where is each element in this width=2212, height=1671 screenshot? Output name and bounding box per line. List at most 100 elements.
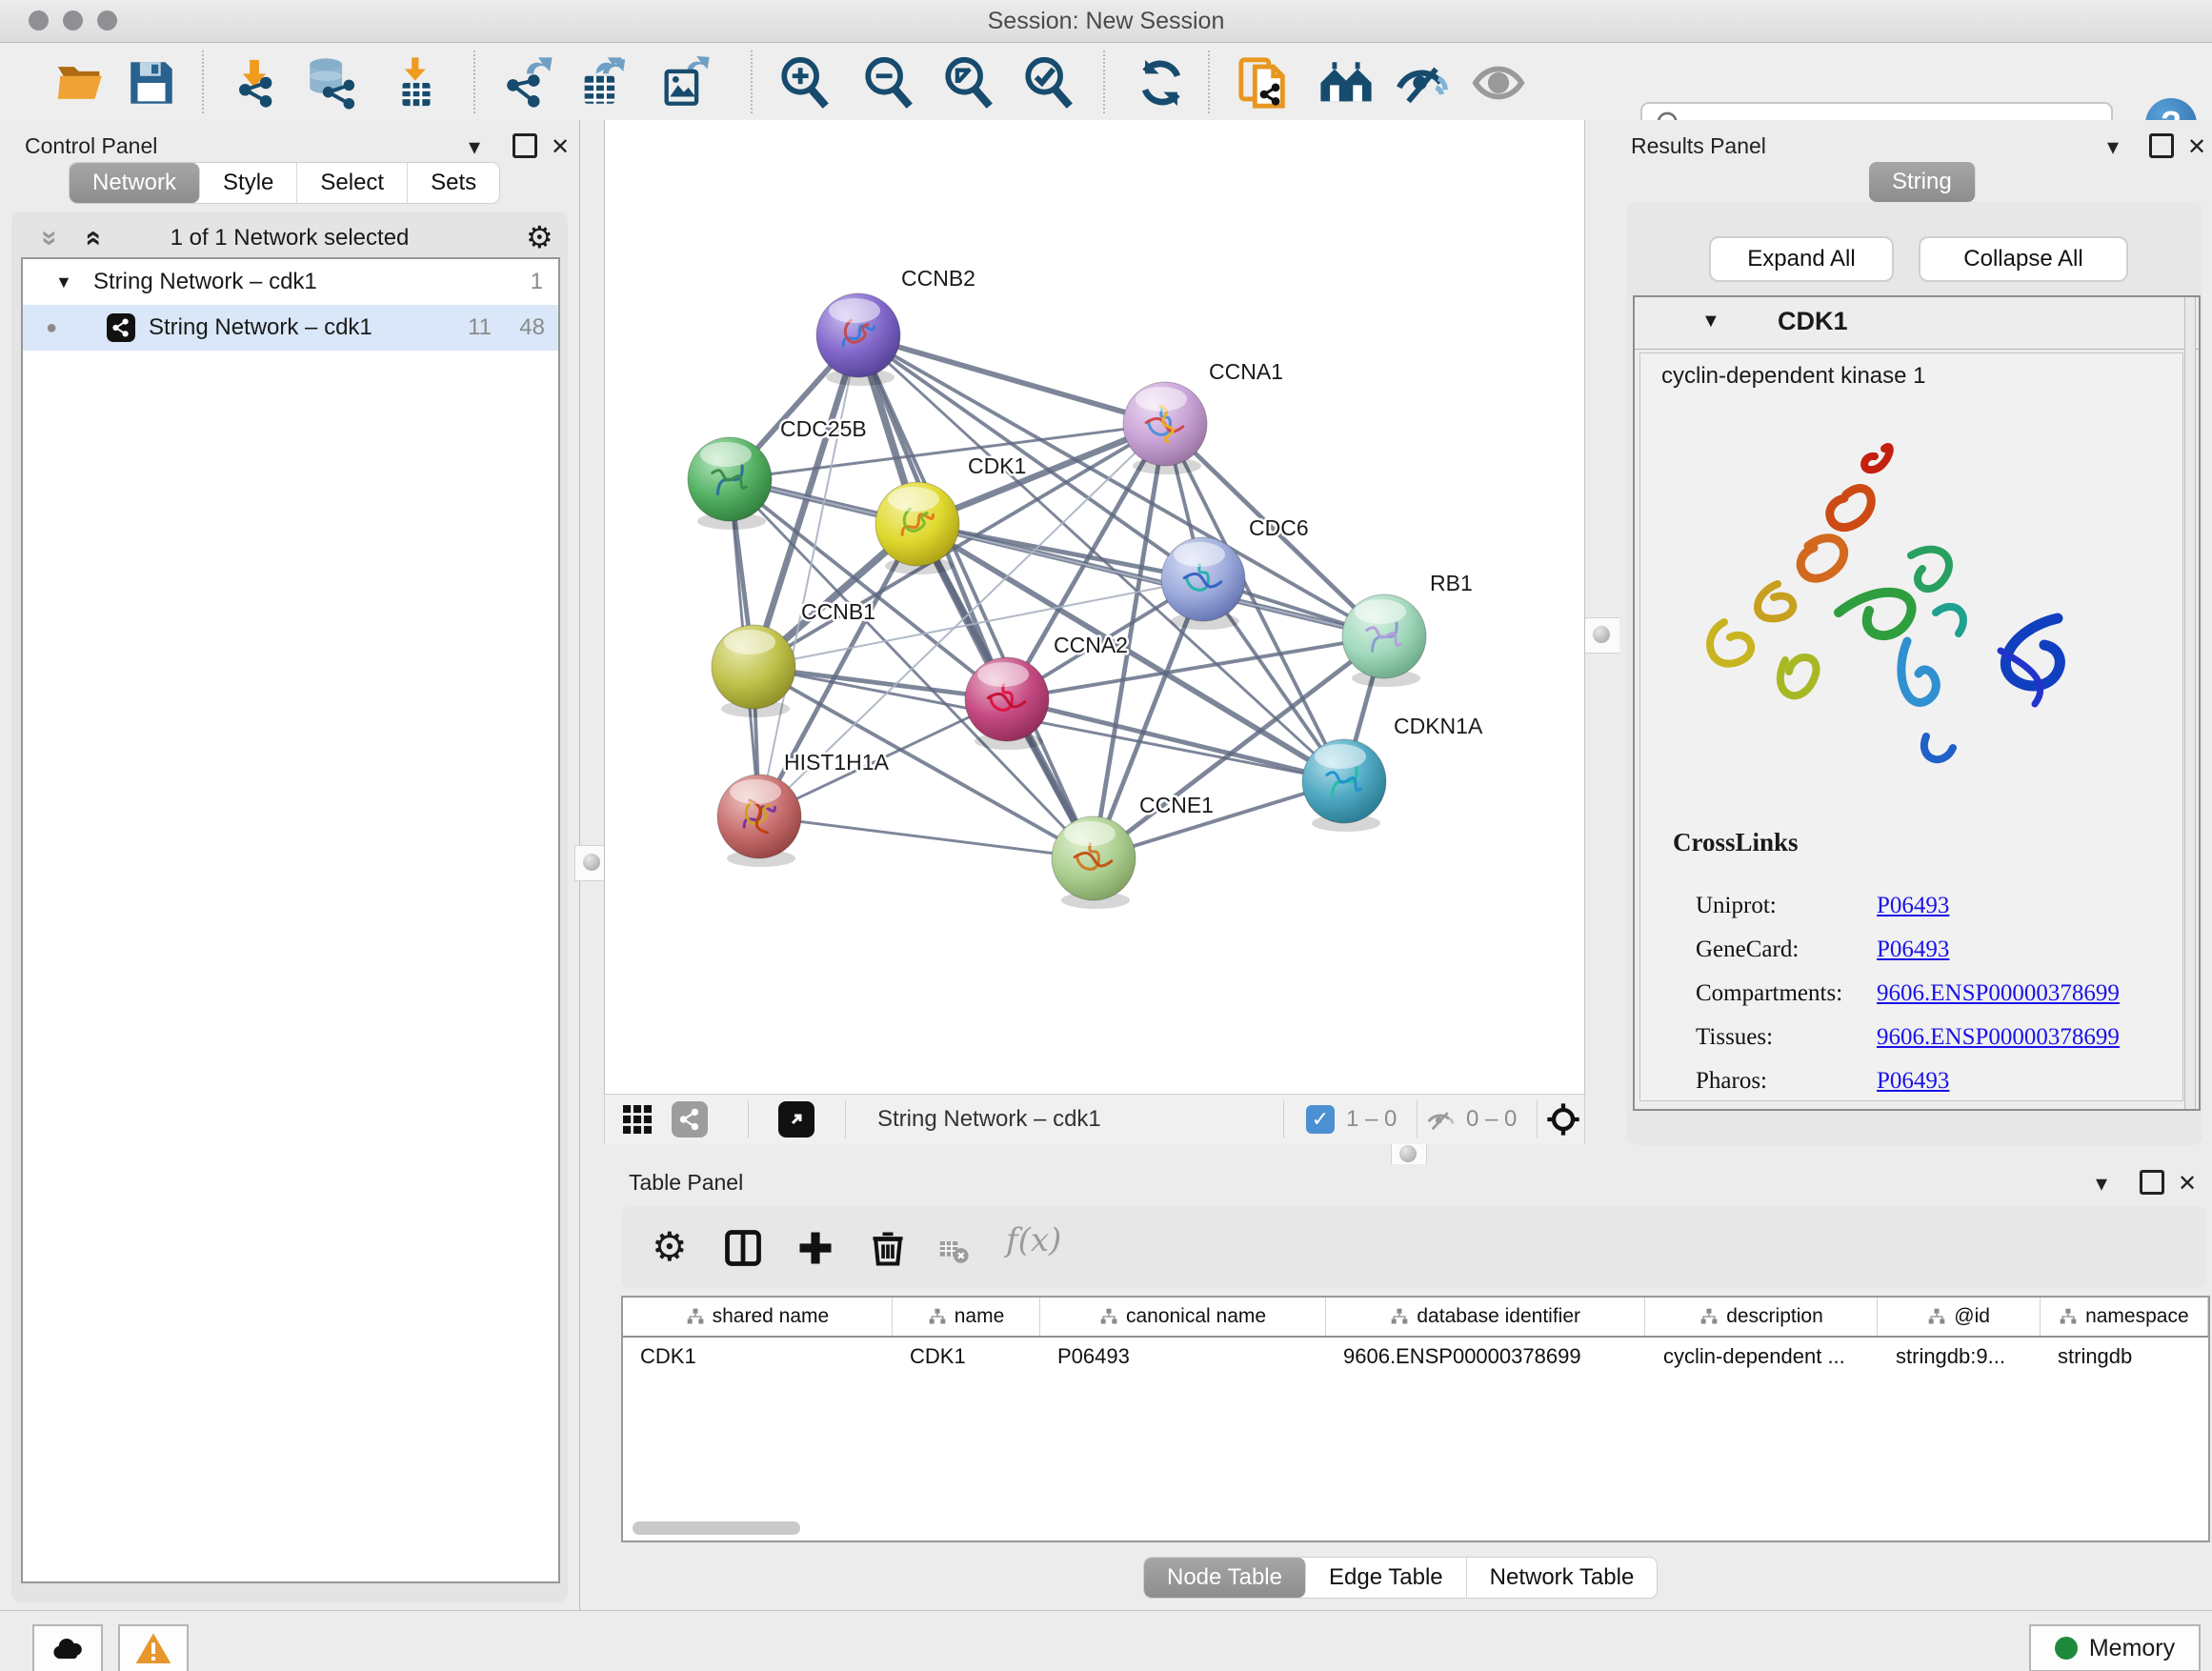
column-header-@id[interactable]: @id (1878, 1298, 2040, 1336)
cloud-status-button[interactable] (32, 1624, 103, 1671)
zoom-selected-icon[interactable] (1021, 55, 1076, 111)
memory-button[interactable]: Memory (2029, 1624, 2201, 1671)
left-splitter[interactable] (580, 120, 604, 1610)
collection-name: String Network – cdk1 (93, 259, 317, 305)
tab-sets[interactable]: Sets (408, 163, 499, 203)
hide-selected-icon[interactable] (1395, 55, 1450, 111)
show-columns-icon[interactable] (722, 1227, 764, 1274)
tab-string[interactable]: String (1869, 162, 1976, 202)
gene-header[interactable]: ▼ CDK1 (1635, 297, 2199, 350)
network-canvas[interactable]: CCNB2CCNA1CDC25BCDK1CDC6RB1CCNB1CCNA2CDK… (604, 120, 1585, 1094)
cell-shared-name[interactable]: CDK1 (623, 1338, 893, 1376)
column-header-canonical-name[interactable]: canonical name (1040, 1298, 1326, 1336)
cell-@id[interactable]: stringdb:9... (1879, 1338, 2041, 1376)
hidden-items-eye-slash-icon[interactable] (1426, 1105, 1457, 1140)
crosslink-link-genecard[interactable]: P06493 (1877, 936, 1949, 963)
crosslink-link-compartments[interactable]: 9606.ENSP00000378699 (1877, 980, 2120, 1007)
tab-style[interactable]: Style (200, 163, 297, 203)
node-CDKN1A[interactable] (1302, 739, 1386, 832)
delete-table-icon[interactable] (937, 1235, 970, 1272)
horizontal-scrollbar[interactable] (633, 1521, 800, 1535)
close-panel-icon[interactable]: ✕ (2178, 1170, 2197, 1198)
right-splitter[interactable] (1584, 120, 1619, 1164)
close-panel-icon[interactable]: ✕ (2187, 133, 2206, 161)
refresh-icon[interactable] (1134, 55, 1189, 111)
import-network-file-icon[interactable] (227, 55, 282, 111)
close-panel-icon[interactable]: ✕ (551, 133, 570, 161)
import-network-from-database-icon[interactable] (303, 55, 358, 111)
column-header-description[interactable]: description (1645, 1298, 1878, 1336)
toolbar-separator (202, 50, 204, 113)
tab-select[interactable]: Select (297, 163, 408, 203)
collapse-triangle-icon[interactable]: ▼ (1701, 311, 1720, 332)
vertical-scrollbar[interactable] (2184, 297, 2196, 1109)
tab-network[interactable]: Network (70, 163, 200, 203)
export-table-icon[interactable] (575, 55, 631, 111)
import-table-file-icon[interactable] (389, 55, 444, 111)
save-session-icon[interactable] (124, 55, 179, 111)
create-column-plus-icon[interactable] (794, 1227, 836, 1274)
crosslink-link-uniprot[interactable]: P06493 (1877, 893, 1949, 919)
cell-description[interactable]: cyclin-dependent ... (1646, 1338, 1879, 1376)
delete-column-trash-icon[interactable] (867, 1227, 909, 1274)
open-session-icon[interactable] (53, 55, 109, 111)
zoom-fit-icon[interactable] (941, 55, 996, 111)
network-options-gear-icon[interactable]: ⚙ (526, 219, 553, 255)
crosslink-link-pharos[interactable]: P06493 (1877, 1068, 1949, 1095)
node-RB1[interactable] (1342, 594, 1426, 687)
splitter-knob[interactable] (1584, 617, 1620, 654)
node-CDC25B[interactable] (688, 437, 772, 530)
column-header-name[interactable]: name (893, 1298, 1040, 1336)
table-toolbar: ⚙ f(x) (621, 1206, 2206, 1288)
network-graph[interactable]: CCNB2CCNA1CDC25BCDK1CDC6RB1CCNB1CCNA2CDK… (605, 120, 1584, 1094)
float-menu-icon[interactable]: ▾ (469, 133, 480, 161)
network-view-icon[interactable] (672, 1101, 708, 1137)
export-image-icon[interactable] (657, 55, 713, 111)
cell-canonical-name[interactable]: P06493 (1040, 1338, 1326, 1376)
function-builder-icon[interactable]: f(x) (1006, 1221, 1061, 1259)
column-attribute-icon (1390, 1307, 1409, 1326)
warning-status-button[interactable] (118, 1624, 189, 1671)
tab-node-table[interactable]: Node Table (1144, 1558, 1306, 1598)
float-menu-icon[interactable]: ▾ (2096, 1170, 2107, 1198)
column-header-database-identifier[interactable]: database identifier (1326, 1298, 1646, 1336)
crosslink-link-tissues[interactable]: 9606.ENSP00000378699 (1877, 1024, 2120, 1051)
node-CDC6[interactable] (1161, 537, 1245, 630)
float-window-icon[interactable] (2149, 131, 2174, 158)
zoom-in-icon[interactable] (777, 55, 833, 111)
node-HIST1H1A[interactable] (717, 775, 801, 867)
collapse-all-button[interactable]: Collapse All (1919, 236, 2128, 282)
first-neighbors-icon[interactable] (1318, 55, 1374, 111)
export-network-icon[interactable] (499, 55, 554, 111)
network-edge-count: 48 (519, 305, 545, 351)
column-header-shared-name[interactable]: shared name (623, 1298, 893, 1336)
expand-all-button[interactable]: Expand All (1709, 236, 1894, 282)
float-window-icon[interactable] (513, 131, 537, 158)
show-all-icon[interactable] (1471, 55, 1526, 111)
table-row[interactable]: CDK1CDK1P064939606.ENSP00000378699cyclin… (623, 1338, 2208, 1376)
table-options-gear-icon[interactable]: ⚙ (652, 1225, 688, 1269)
float-menu-icon[interactable]: ▾ (2107, 133, 2119, 161)
column-header-namespace[interactable]: namespace (2041, 1298, 2208, 1336)
tree-expand-icon[interactable]: ▼ (55, 259, 72, 305)
cell-database-identifier[interactable]: 9606.ENSP00000378699 (1326, 1338, 1646, 1376)
results-panel-title: Results Panel (1631, 133, 1766, 159)
clone-network-icon[interactable] (1237, 55, 1292, 111)
node-CCNE1[interactable] (1052, 816, 1136, 909)
birds-eye-view-icon[interactable] (778, 1101, 814, 1137)
float-window-icon[interactable] (2140, 1168, 2164, 1195)
node-CDK1[interactable] (875, 482, 959, 574)
node-CCNA1[interactable] (1123, 382, 1207, 474)
crosshair-icon[interactable] (1544, 1100, 1582, 1143)
cell-name[interactable]: CDK1 (893, 1338, 1040, 1376)
cloud-icon (49, 1630, 87, 1668)
cell-namespace[interactable]: stringdb (2041, 1338, 2208, 1376)
network-collection-row[interactable]: ▼ String Network – cdk1 1 (23, 259, 558, 305)
node-label-CCNB1: CCNB1 (801, 599, 875, 624)
tab-edge-table[interactable]: Edge Table (1306, 1558, 1467, 1598)
network-row[interactable]: ● String Network – cdk1 11 48 (23, 305, 558, 351)
selected-items-checkbox[interactable]: ✓ (1306, 1105, 1335, 1134)
zoom-out-icon[interactable] (861, 55, 916, 111)
tab-network-table[interactable]: Network Table (1467, 1558, 1658, 1598)
grid-view-icon[interactable] (620, 1102, 654, 1141)
